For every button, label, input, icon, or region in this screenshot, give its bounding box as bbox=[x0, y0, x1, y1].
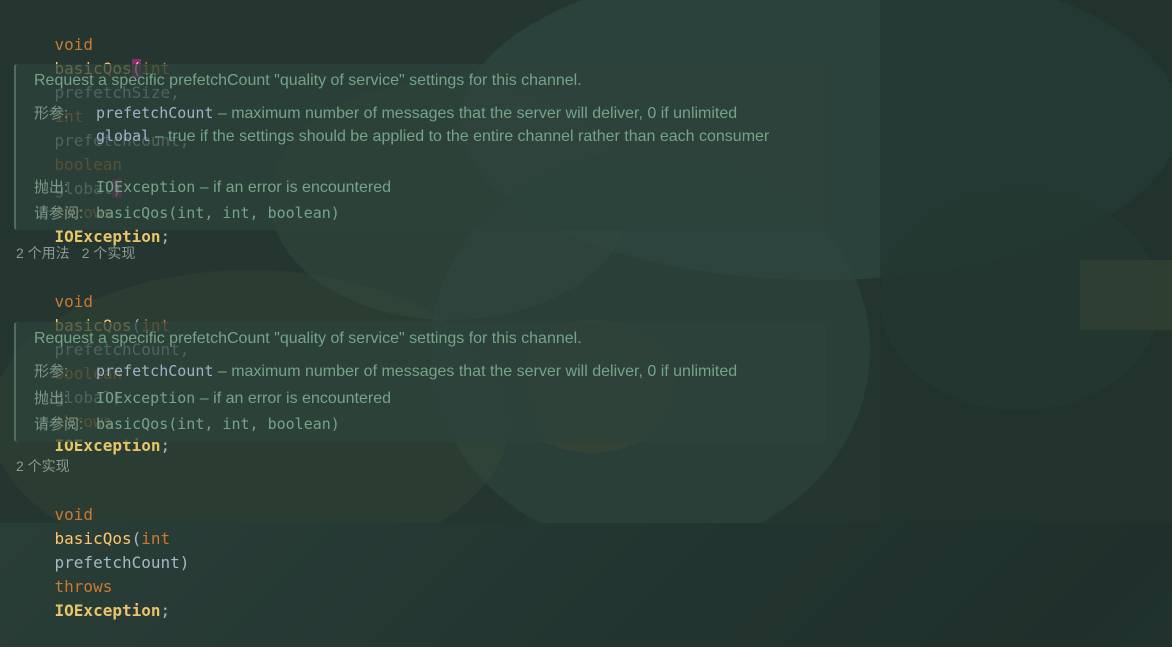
close-paren: ) bbox=[179, 553, 190, 572]
param-ref: prefetchCount bbox=[96, 362, 214, 380]
method-name[interactable]: basicQos bbox=[55, 529, 132, 548]
throws-desc: – if an error is encountered bbox=[195, 179, 392, 196]
throws-ref[interactable]: IOException bbox=[96, 389, 195, 407]
code-editor[interactable]: void basicQos(int prefetchSize, int pref… bbox=[0, 0, 1172, 620]
javadoc-block-1: Request a specific prefetchCount "qualit… bbox=[14, 64, 826, 230]
keyword-throws: throws bbox=[54, 577, 113, 596]
implementations-link[interactable]: 2 个实现 bbox=[16, 458, 70, 474]
param-name: prefetchCount bbox=[54, 553, 180, 572]
keyword-void: void bbox=[54, 505, 94, 524]
doc-summary: Request a specific prefetchCount "qualit… bbox=[34, 330, 582, 347]
see-link[interactable]: basicQos(int, int, boolean) bbox=[96, 415, 340, 433]
see-label: 请参阅: bbox=[34, 416, 84, 433]
param-desc: – maximum number of messages that the se… bbox=[213, 363, 738, 380]
semicolon: ; bbox=[160, 601, 171, 620]
param-type: int bbox=[141, 529, 171, 548]
usages-link[interactable]: 2 个用法 bbox=[16, 245, 70, 261]
doc-throws-row: 抛出: IOException – if an error is encount… bbox=[34, 387, 796, 410]
see-link[interactable]: basicQos(int, int, boolean) bbox=[96, 204, 340, 222]
param-desc: – maximum number of messages that the se… bbox=[213, 105, 738, 122]
doc-see-row: 请参阅: basicQos(int, int, boolean) bbox=[34, 202, 796, 225]
exception-class[interactable]: IOException bbox=[55, 601, 161, 620]
throws-label: 抛出: bbox=[34, 179, 69, 196]
implementations-link[interactable]: 2 个实现 bbox=[82, 245, 136, 261]
method-signature-2[interactable]: void basicQos(int prefetchCount, boolean… bbox=[16, 266, 190, 455]
javadoc-block-2: Request a specific prefetchCount "qualit… bbox=[14, 322, 826, 442]
keyword-void: void bbox=[54, 292, 94, 311]
doc-summary: Request a specific prefetchCount "qualit… bbox=[34, 72, 582, 89]
see-label: 请参阅: bbox=[34, 205, 84, 222]
doc-throws-row: 抛出: IOException – if an error is encount… bbox=[34, 176, 796, 199]
params-label: 形参: bbox=[34, 105, 69, 122]
method-signature-1[interactable]: void basicQos(int prefetchSize, int pref… bbox=[16, 9, 190, 246]
throws-desc: – if an error is encountered bbox=[195, 390, 392, 407]
keyword-void: void bbox=[54, 35, 94, 54]
throws-ref[interactable]: IOException bbox=[96, 178, 195, 196]
method-signature-3[interactable]: void basicQos(int prefetchCount) throws … bbox=[16, 479, 190, 620]
param-ref: global bbox=[96, 127, 151, 145]
open-paren: ( bbox=[131, 529, 142, 548]
param-ref: prefetchCount bbox=[96, 104, 214, 122]
throws-label: 抛出: bbox=[34, 390, 69, 407]
params-label: 形参: bbox=[34, 363, 69, 380]
doc-params-row: 形参: prefetchCount – maximum number of me… bbox=[34, 102, 796, 148]
usage-hints-1: 2 个用法 2 个实现 bbox=[16, 243, 147, 263]
doc-params-row: 形参: prefetchCount – maximum number of me… bbox=[34, 360, 796, 383]
param-desc: – true if the settings should be applied… bbox=[150, 128, 770, 145]
usage-hints-2: 2 个实现 bbox=[16, 456, 82, 476]
doc-see-row: 请参阅: basicQos(int, int, boolean) bbox=[34, 413, 796, 436]
